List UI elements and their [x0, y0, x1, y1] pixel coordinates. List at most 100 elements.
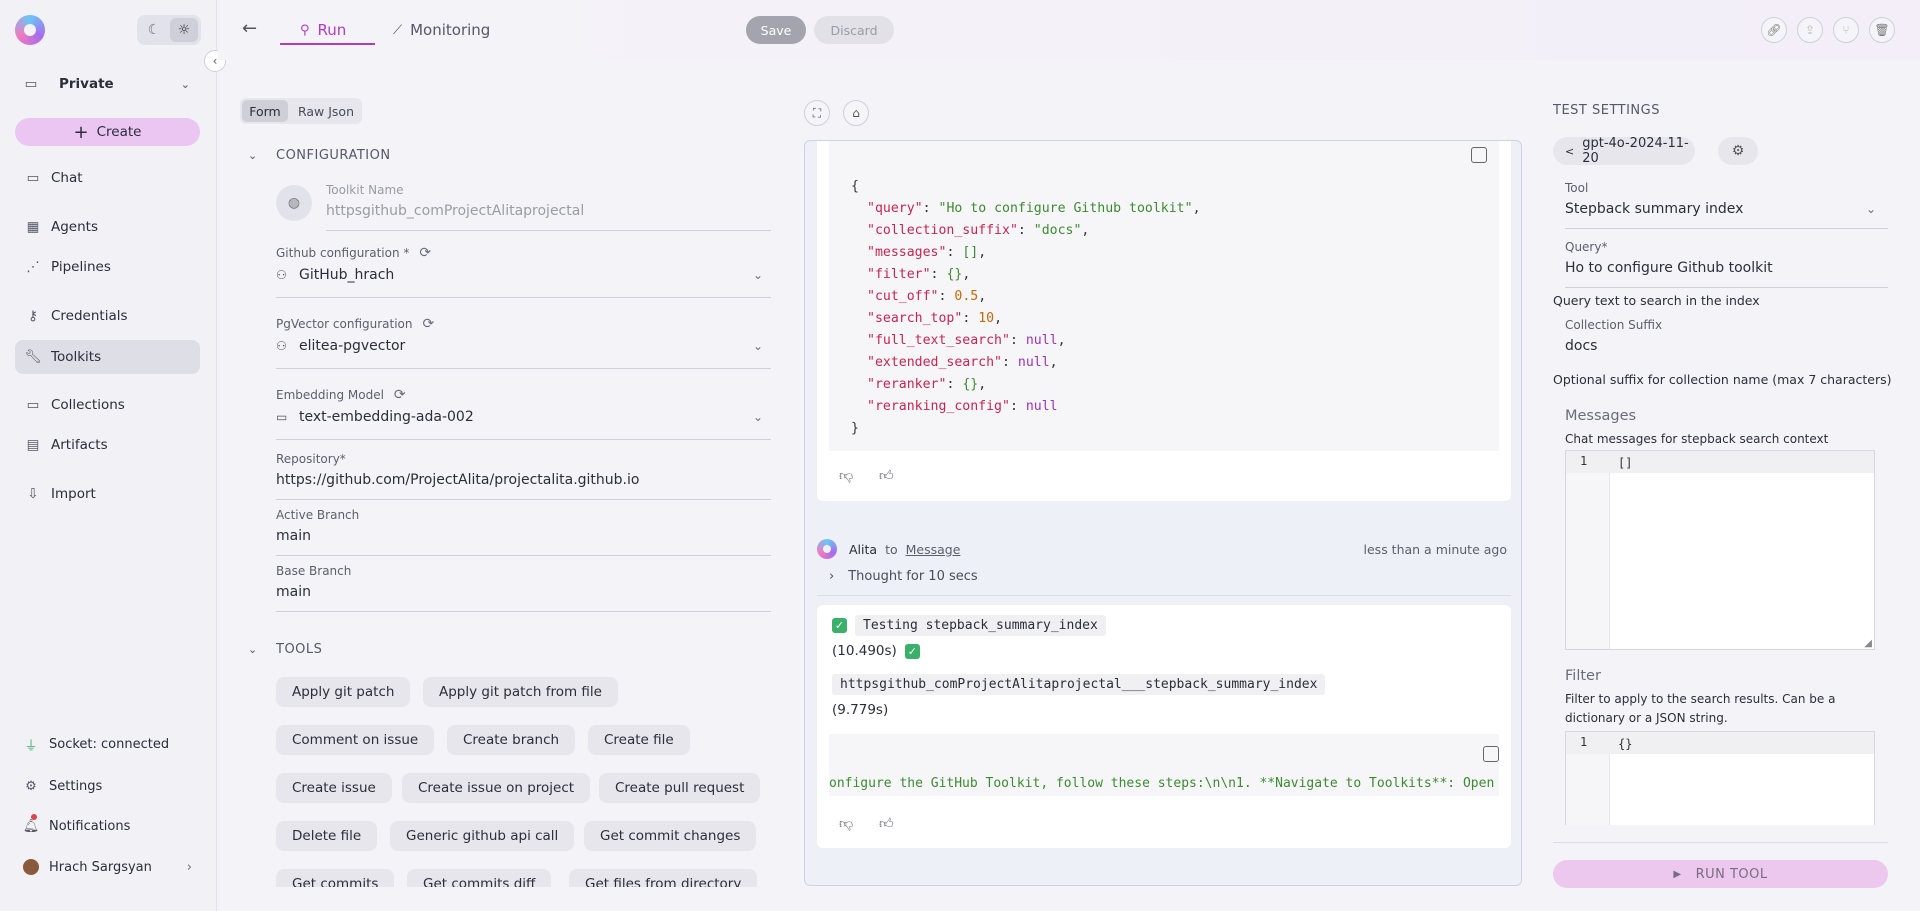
refresh-icon[interactable]: ⟳: [423, 316, 435, 332]
user-menu[interactable]: Hrach Sargsyan ›: [15, 852, 200, 882]
create-button[interactable]: + Create: [15, 118, 200, 146]
tool-chip[interactable]: Comment on issue: [276, 725, 435, 755]
model-settings-button[interactable]: ⚙: [1718, 137, 1758, 165]
sidebar-item-credentials[interactable]: ⚷ Credentials: [15, 299, 200, 333]
discard-button[interactable]: Discard: [814, 16, 894, 44]
moon-icon[interactable]: ☾: [140, 18, 168, 42]
back-arrow-icon[interactable]: ←: [242, 18, 257, 39]
helper-text: Filter to apply to the search results. C…: [1565, 692, 1836, 725]
sidebar-item-chat[interactable]: ▭ Chat: [15, 161, 200, 195]
run-tool-button[interactable]: ▶ RUN TOOL: [1553, 860, 1888, 888]
line-number: 1: [1580, 454, 1588, 468]
save-button[interactable]: Save: [746, 16, 806, 44]
checkmark-icon: ✓: [832, 618, 847, 633]
messages-editor[interactable]: 1 [] ◢: [1565, 450, 1875, 650]
tool-chip[interactable]: Get commits: [276, 869, 395, 887]
tab-label: Monitoring: [410, 21, 491, 39]
fork-icon[interactable]: ⑂: [1833, 17, 1859, 43]
sender-name: Alita: [849, 541, 878, 557]
tool-chip[interactable]: Delete file: [276, 821, 378, 851]
sidebar-item-pipelines[interactable]: ⋰ Pipelines: [15, 250, 200, 284]
tool-chip[interactable]: Get commits diff: [407, 869, 552, 887]
tool-chip[interactable]: Create pull request: [599, 773, 761, 803]
mode-form[interactable]: Form: [242, 100, 288, 122]
tool-chip[interactable]: Generic github api call: [390, 821, 575, 851]
refresh-icon[interactable]: ⟳: [419, 245, 431, 261]
export-icon[interactable]: ⇪: [1797, 17, 1823, 43]
tab-run[interactable]: ⚲ Run: [300, 15, 346, 45]
tool-chip[interactable]: Get commit changes: [584, 821, 757, 851]
tool-select[interactable]: Tool Stepback summary index ⌄: [1565, 181, 1888, 229]
chevron-down-icon: ⌄: [248, 148, 258, 162]
copy-icon[interactable]: [1471, 147, 1487, 163]
tool-chip[interactable]: Get files from directory: [569, 869, 758, 887]
to-label: to: [885, 541, 898, 557]
repository-field[interactable]: Repository* https://github.com/ProjectAl…: [276, 452, 771, 500]
collection-suffix-input[interactable]: Collection Suffix docs: [1565, 318, 1888, 366]
tool-chip[interactable]: Apply git patch: [276, 677, 411, 707]
toolkit-name-field[interactable]: Toolkit Name httpsgithub_comProjectAlita…: [326, 183, 771, 231]
thumbs-down-icon[interactable]: 👎︎: [839, 467, 853, 484]
resize-handle-icon[interactable]: ◢: [1864, 638, 1872, 649]
app-logo[interactable]: [15, 15, 45, 45]
tool-chip[interactable]: Create file: [588, 725, 690, 755]
sidebar-item-artifacts[interactable]: ▤ Artifacts: [15, 428, 200, 462]
link-icon[interactable]: 🔗︎: [1761, 17, 1787, 43]
refresh-icon[interactable]: ⟳: [394, 387, 406, 403]
mode-raw-json[interactable]: Raw Json: [292, 100, 360, 122]
import-icon: ⇩: [27, 486, 39, 502]
github-configuration-select[interactable]: Github configuration * ⟳ ⚇ GitHub_hrach ⌄: [276, 245, 771, 298]
field-label: Embedding Model: [276, 388, 384, 402]
fullscreen-icon[interactable]: ⛶: [804, 100, 830, 126]
base-branch-field[interactable]: Base Branch main: [276, 564, 771, 612]
sidebar-item-label: Toolkits: [51, 349, 102, 365]
thought-label: Thought for 10 secs: [848, 569, 978, 584]
tab-monitoring[interactable]: ⟋ Monitoring: [393, 15, 490, 45]
copy-icon[interactable]: [1483, 746, 1499, 762]
tool-chip[interactable]: Apply git patch from file: [423, 677, 618, 707]
sidebar-item-settings[interactable]: ⚙ Settings: [15, 771, 200, 801]
json-line: "reranker": {},: [867, 377, 987, 392]
sidebar-item-notifications[interactable]: 🔔︎ Notifications: [15, 811, 200, 841]
chevron-down-icon: ⌄: [752, 410, 763, 424]
sidebar-item-toolkits[interactable]: 🔧︎ Toolkits: [15, 340, 200, 374]
thought-toggle[interactable]: › Thought for 10 secs: [829, 569, 978, 584]
tool-chip[interactable]: Create issue on project: [402, 773, 591, 803]
configuration-section-header[interactable]: ⌄ CONFIGURATION: [248, 145, 391, 165]
filter-editor[interactable]: 1 {}: [1565, 731, 1875, 825]
sidebar-item-import[interactable]: ⇩ Import: [15, 477, 200, 511]
duration-label: (9.779s): [832, 702, 889, 718]
helper-text: Optional suffix for collection name (max…: [1553, 372, 1892, 387]
json-line: "full_text_search": null,: [867, 333, 1066, 348]
embedding-model-select[interactable]: Embedding Model ⟳ ▭ text-embedding-ada-002…: [276, 387, 771, 440]
thumbs-up-icon[interactable]: 👍︎: [879, 815, 894, 832]
active-branch-field[interactable]: Active Branch main: [276, 508, 771, 556]
chevron-right-icon: ›: [186, 859, 192, 875]
model-selector[interactable]: < gpt-4o-2024-11-20: [1553, 136, 1695, 166]
sidebar-item-collections[interactable]: ▭ Collections: [15, 388, 200, 422]
tool-chip[interactable]: Create branch: [447, 725, 576, 755]
workspace-selector[interactable]: ▭ Private ⌄: [15, 67, 200, 101]
sidebar-item-agents[interactable]: ▦ Agents: [15, 210, 200, 244]
sidebar-item-label: Credentials: [51, 308, 128, 324]
tool-chip[interactable]: Create issue: [276, 773, 392, 803]
thumbs-down-icon[interactable]: 👎︎: [839, 815, 853, 832]
field-label: Github configuration *: [276, 246, 410, 260]
broom-icon[interactable]: ⌂: [843, 100, 869, 126]
query-input[interactable]: Query* Ho to configure Github toolkit: [1565, 240, 1888, 288]
sidebar: ☾ ☼ ▭ Private ⌄ + Create ▭ Chat ▦ Agents…: [0, 0, 217, 911]
output-text: onfigure the GitHub Toolkit, follow thes…: [829, 776, 1495, 791]
sidebar-item-label: Pipelines: [51, 259, 111, 275]
divider: [1553, 842, 1888, 843]
tools-section-header[interactable]: ⌄ TOOLS: [248, 639, 322, 659]
pgvector-configuration-select[interactable]: PgVector configuration ⟳ ⚇ elitea-pgvector…: [276, 316, 771, 369]
json-value: "docs": [1033, 223, 1082, 238]
json-key: search_top: [874, 311, 955, 326]
sun-icon[interactable]: ☼: [170, 18, 198, 42]
json-line: "extended_search": null,: [867, 355, 1058, 370]
trash-icon[interactable]: 🗑︎: [1869, 17, 1895, 43]
thumbs-up-icon[interactable]: 👍︎: [879, 467, 894, 484]
json-value: null: [1025, 333, 1058, 348]
recipient-link[interactable]: Message: [906, 542, 961, 557]
json-value: "Ho to configure Github toolkit": [938, 201, 1193, 216]
